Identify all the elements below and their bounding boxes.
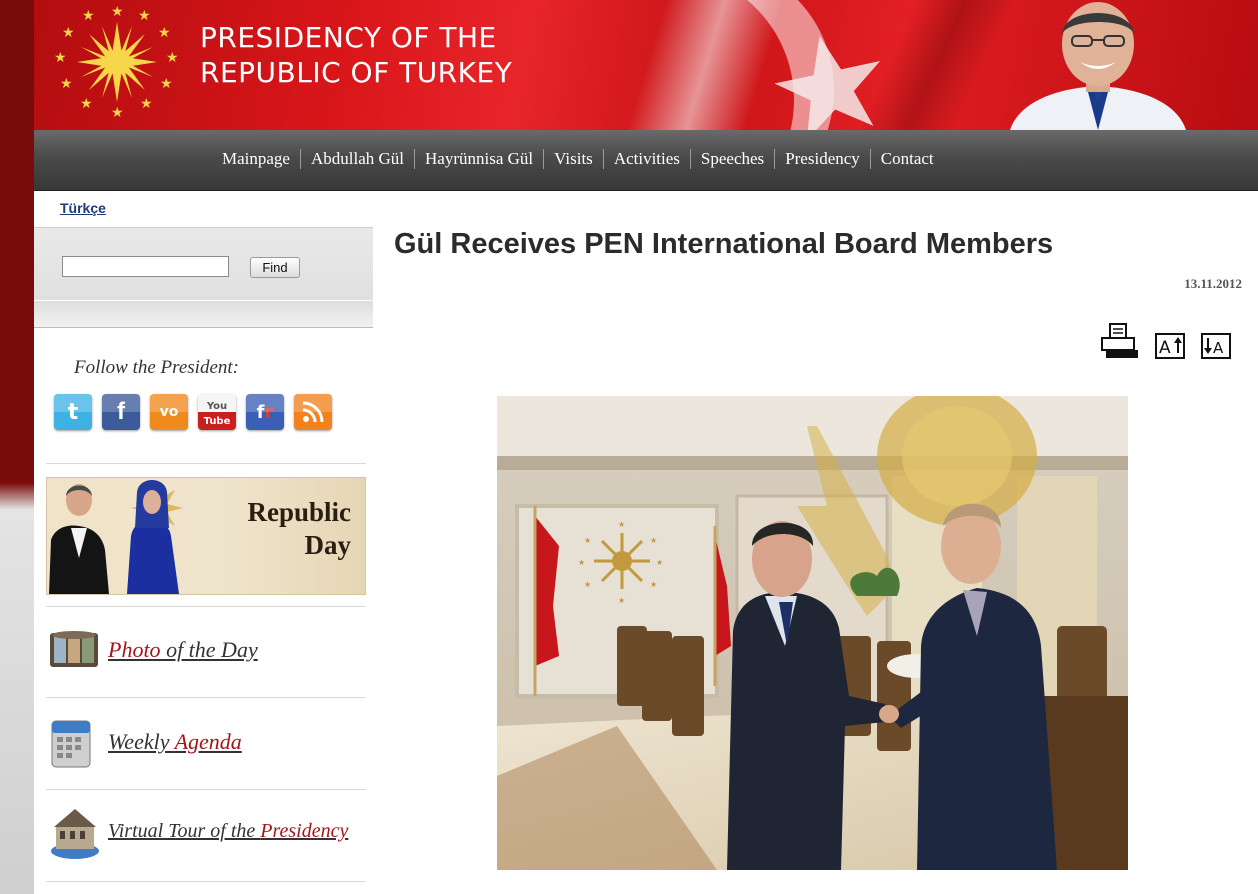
nav-item-speeches[interactable]: Speeches (701, 149, 764, 169)
article-date: 13.11.2012 (1184, 276, 1242, 291)
svg-text:★: ★ (54, 50, 67, 66)
svg-text:★: ★ (160, 76, 173, 92)
nav-separator (543, 149, 545, 169)
building-tour-icon (51, 809, 99, 859)
rss-icon[interactable] (294, 394, 332, 430)
svg-text:★: ★ (166, 50, 179, 66)
weekly-agenda-highlight: Agenda (174, 729, 242, 754)
republic-day-line1: Republic (247, 497, 351, 527)
nav-separator (414, 149, 416, 169)
svg-text:★: ★ (111, 105, 124, 120)
svg-text:★: ★ (140, 96, 153, 112)
svg-text:★: ★ (584, 536, 591, 545)
sidebar-divider (46, 789, 366, 790)
find-button[interactable]: Find (250, 257, 300, 278)
svg-text:★: ★ (578, 558, 585, 567)
facebook-icon[interactable]: f (102, 394, 140, 430)
header-banner: ★ ★ ★ ★ ★ ★ ★ ★ ★ ★ ★ ★ PRESIDENCY OF THE REPU… (34, 0, 1258, 130)
sidebar-divider (46, 463, 366, 464)
sidebar-divider (46, 881, 366, 882)
republic-day-line2: Day (304, 530, 352, 560)
svg-text:★: ★ (60, 76, 73, 92)
print-icon[interactable] (1098, 322, 1140, 360)
nav-item-presidency[interactable]: Presidency (785, 149, 860, 169)
nav-item-contact[interactable]: Contact (881, 149, 934, 169)
site-title[interactable]: PRESIDENCY OF THE REPUBLIC OF TURKEY (200, 20, 512, 90)
video-icon[interactable]: vo (150, 394, 188, 430)
photo-of-the-day-rest: of the Day (160, 637, 258, 662)
main-navigation: Mainpage Abdullah Gül Hayrünnisa Gül Vis… (34, 130, 1258, 191)
republic-day-image (49, 480, 183, 594)
nav-item-activities[interactable]: Activities (614, 149, 680, 169)
language-link-turkish[interactable]: Türkçe (60, 200, 106, 216)
presidential-emblem-icon: ★ ★ ★ ★ ★ ★ ★ ★ ★ ★ ★ ★ (54, 4, 179, 120)
nav-separator (869, 149, 871, 169)
left-decorative-strip (0, 0, 34, 894)
svg-text:A: A (1159, 338, 1171, 358)
virtual-tour-prefix: Virtual Tour of the (108, 820, 261, 842)
site-title-line2: REPUBLIC OF TURKEY (200, 56, 513, 89)
photo-reel-icon (50, 631, 98, 667)
sidebar: Türkçe Find Follow the President: t f vo… (34, 191, 373, 894)
svg-text:You: You (206, 401, 227, 412)
friendfeed-icon[interactable]: fr (246, 394, 284, 430)
virtual-tour-highlight: Presidency (260, 820, 349, 842)
svg-text:★: ★ (650, 536, 657, 545)
nav-separator (602, 149, 604, 169)
svg-text:★: ★ (82, 8, 95, 24)
svg-text:★: ★ (618, 520, 625, 529)
article-photo: ★ ★ ★ ★ ★ ★ ★ ★ (497, 396, 1128, 870)
article-tools: A A (1098, 322, 1232, 360)
svg-text:★: ★ (80, 96, 93, 112)
font-decrease-icon[interactable]: A (1200, 332, 1232, 360)
nav-separator (689, 149, 691, 169)
nav-separator (774, 149, 776, 169)
svg-text:★: ★ (650, 580, 657, 589)
search-input[interactable] (62, 256, 229, 277)
search-divider (34, 301, 373, 328)
virtual-tour-link[interactable]: Virtual Tour of the Presidency (108, 820, 348, 843)
svg-text:★: ★ (138, 8, 151, 24)
svg-text:Tube: Tube (204, 416, 231, 427)
youtube-icon[interactable]: You Tube (198, 394, 236, 430)
svg-text:★: ★ (656, 558, 663, 567)
republic-day-banner[interactable]: Republic Day (46, 477, 366, 595)
nav-item-mainpage[interactable]: Mainpage (222, 149, 290, 169)
sidebar-divider (46, 606, 366, 607)
svg-text:A: A (1213, 339, 1224, 357)
nav-separator (299, 149, 301, 169)
svg-text:★: ★ (158, 25, 171, 41)
svg-text:★: ★ (618, 596, 625, 605)
republic-day-text: Republic Day (247, 496, 351, 562)
president-portrait (1010, 2, 1186, 130)
nav-item-abdullah-gul[interactable]: Abdullah Gül (311, 149, 404, 169)
nav-item-visits[interactable]: Visits (554, 149, 593, 169)
search-box: Find (34, 227, 373, 300)
flag-star-icon (774, 36, 881, 130)
weekly-agenda-prefix: Weekly (108, 729, 175, 754)
article-title: Gül Receives PEN International Board Mem… (394, 228, 1054, 260)
weekly-agenda-link[interactable]: Weekly Agenda (108, 729, 242, 755)
nav-item-hayrunnisa-gul[interactable]: Hayrünnisa Gül (425, 149, 533, 169)
font-increase-icon[interactable]: A (1154, 332, 1186, 360)
svg-text:★: ★ (62, 25, 75, 41)
svg-text:★: ★ (111, 4, 124, 20)
sidebar-divider (46, 697, 366, 698)
site-title-line1: PRESIDENCY OF THE (200, 21, 497, 54)
twitter-icon[interactable]: t (54, 394, 92, 430)
photo-of-the-day-highlight: Photo (108, 637, 161, 662)
svg-text:★: ★ (584, 580, 591, 589)
follow-president-heading: Follow the President: (74, 357, 239, 378)
social-icons: t f vo You Tube fr (54, 394, 332, 430)
photo-of-the-day-link[interactable]: Photo of the Day (108, 637, 258, 663)
calendar-icon (51, 720, 91, 768)
